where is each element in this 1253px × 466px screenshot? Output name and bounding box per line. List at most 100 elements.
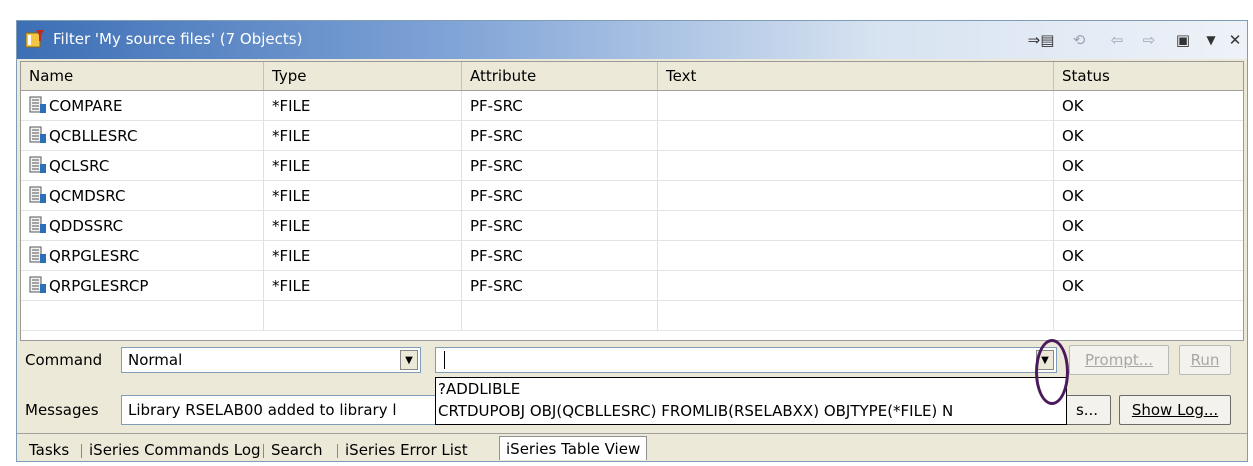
table-row[interactable]: COMPARE *FILE PF-SRC OK — [21, 91, 1243, 121]
link-with-editor-icon[interactable]: ⇒▤ — [1027, 27, 1055, 53]
source-file-icon — [29, 156, 46, 173]
cell-name: QRPGLESRCP — [21, 271, 264, 301]
tab-iseries-error-list[interactable]: iSeries Error List — [339, 438, 474, 462]
empty-cell — [462, 301, 658, 331]
cell-text — [658, 91, 1054, 121]
message-details-button[interactable]: s... — [1063, 395, 1111, 425]
cell-status: OK — [1054, 91, 1243, 121]
table-row[interactable]: QCBLLESRC *FILE PF-SRC OK — [21, 121, 1243, 151]
cell-name-text: QCMDSRC — [49, 187, 126, 205]
column-header-type[interactable]: Type — [264, 62, 462, 90]
cell-status: OK — [1054, 271, 1243, 301]
source-file-icon — [29, 216, 46, 233]
cell-text — [658, 211, 1054, 241]
command-history-dropdown[interactable]: ?ADDLIBLE CRTDUPOBJ OBJ(QCBLLESRC) FROML… — [435, 377, 1067, 425]
table-row[interactable]: QCLSRC *FILE PF-SRC OK — [21, 151, 1243, 181]
filter-folder-icon — [25, 30, 44, 48]
cell-status: OK — [1054, 121, 1243, 151]
source-file-icon — [29, 96, 46, 113]
up-folder-icon[interactable]: ▣ — [1169, 27, 1197, 53]
cell-name: QRPGLESRC — [21, 241, 264, 271]
cell-name-text: COMPARE — [49, 97, 123, 115]
synchronize-icon[interactable]: ⟲ — [1065, 27, 1093, 53]
tab-iseries-table-view[interactable]: iSeries Table View — [499, 436, 648, 460]
cell-type: *FILE — [264, 181, 462, 211]
tab-separator — [81, 444, 82, 458]
messages-value: Library RSELAB00 added to library l — [128, 401, 397, 419]
empty-cell — [21, 301, 264, 331]
table-row[interactable]: QCMDSRC *FILE PF-SRC OK — [21, 181, 1243, 211]
cell-status: OK — [1054, 151, 1243, 181]
close-icon[interactable]: ✕ — [1221, 27, 1249, 53]
tab-separator — [337, 444, 338, 458]
table-row[interactable]: QDDSSRC *FILE PF-SRC OK — [21, 211, 1243, 241]
command-mode-value: Normal — [128, 351, 183, 369]
cell-status: OK — [1054, 181, 1243, 211]
cell-name: QCMDSRC — [21, 181, 264, 211]
cell-attribute: PF-SRC — [462, 181, 658, 211]
annotation-circle — [1035, 339, 1069, 405]
cell-text — [658, 271, 1054, 301]
cell-name-text: QRPGLESRC — [49, 247, 140, 265]
source-file-icon — [29, 126, 46, 143]
chevron-down-icon[interactable]: ▼ — [400, 350, 418, 370]
objects-table: Name Type Attribute Text Status COMPARE *… — [20, 61, 1244, 341]
source-file-icon — [29, 276, 46, 293]
empty-row — [21, 301, 1243, 331]
cell-name: COMPARE — [21, 91, 264, 121]
empty-cell — [658, 301, 1054, 331]
empty-cell — [264, 301, 462, 331]
tab-iseries-commands-log[interactable]: iSeries Commands Log — [83, 438, 267, 462]
cell-name-text: QRPGLESRCP — [49, 277, 149, 295]
cell-name-text: QCBLLESRC — [49, 127, 138, 145]
messages-field: Library RSELAB00 added to library l — [121, 395, 451, 425]
empty-cell — [1054, 301, 1243, 331]
column-header-status[interactable]: Status — [1054, 62, 1243, 90]
cell-attribute: PF-SRC — [462, 271, 658, 301]
table-view-panel: Filter 'My source files' (7 Objects) ⇒▤ … — [16, 20, 1248, 462]
history-item[interactable]: ?ADDLIBLE — [436, 378, 1066, 400]
cell-type: *FILE — [264, 121, 462, 151]
table-row[interactable]: QRPGLESRC *FILE PF-SRC OK — [21, 241, 1243, 271]
command-input[interactable]: ▼ — [435, 347, 1057, 373]
text-caret — [444, 351, 445, 369]
messages-label: Messages — [25, 401, 99, 419]
forward-icon[interactable]: ⇨ — [1135, 27, 1163, 53]
run-button[interactable]: Run — [1179, 345, 1231, 375]
history-item[interactable]: CRTDUPOBJ OBJ(QCBLLESRC) FROMLIB(RSELABX… — [436, 400, 1066, 422]
cell-text — [658, 181, 1054, 211]
cell-name: QCLSRC — [21, 151, 264, 181]
cell-type: *FILE — [264, 241, 462, 271]
cell-attribute: PF-SRC — [462, 241, 658, 271]
command-label: Command — [25, 351, 103, 369]
table-header: Name Type Attribute Text Status — [21, 62, 1243, 91]
cell-text — [658, 121, 1054, 151]
cell-type: *FILE — [264, 151, 462, 181]
cell-text — [658, 151, 1054, 181]
view-title: Filter 'My source files' (7 Objects) — [53, 30, 303, 48]
cell-name-text: QCLSRC — [49, 157, 110, 175]
cell-name: QCBLLESRC — [21, 121, 264, 151]
column-header-attribute[interactable]: Attribute — [462, 62, 658, 90]
command-mode-select[interactable]: Normal ▼ — [121, 347, 421, 373]
back-icon[interactable]: ⇦ — [1103, 27, 1131, 53]
view-tabs: Tasks iSeries Commands Log Search iSerie… — [17, 433, 1247, 463]
table-row[interactable]: QRPGLESRCP *FILE PF-SRC OK — [21, 271, 1243, 301]
column-header-text[interactable]: Text — [658, 62, 1054, 90]
view-titlebar: Filter 'My source files' (7 Objects) ⇒▤ … — [17, 21, 1247, 59]
cell-status: OK — [1054, 241, 1243, 271]
tab-search[interactable]: Search — [265, 438, 329, 462]
show-log-button[interactable]: Show Log... — [1119, 395, 1231, 425]
cell-attribute: PF-SRC — [462, 151, 658, 181]
cell-name: QDDSSRC — [21, 211, 264, 241]
cell-type: *FILE — [264, 91, 462, 121]
tab-tasks[interactable]: Tasks — [23, 438, 75, 462]
cell-attribute: PF-SRC — [462, 121, 658, 151]
cell-status: OK — [1054, 211, 1243, 241]
cell-type: *FILE — [264, 211, 462, 241]
column-header-name[interactable]: Name — [21, 62, 264, 90]
cell-attribute: PF-SRC — [462, 91, 658, 121]
prompt-button[interactable]: Prompt... — [1069, 345, 1169, 375]
cell-text — [658, 241, 1054, 271]
source-file-icon — [29, 246, 46, 263]
